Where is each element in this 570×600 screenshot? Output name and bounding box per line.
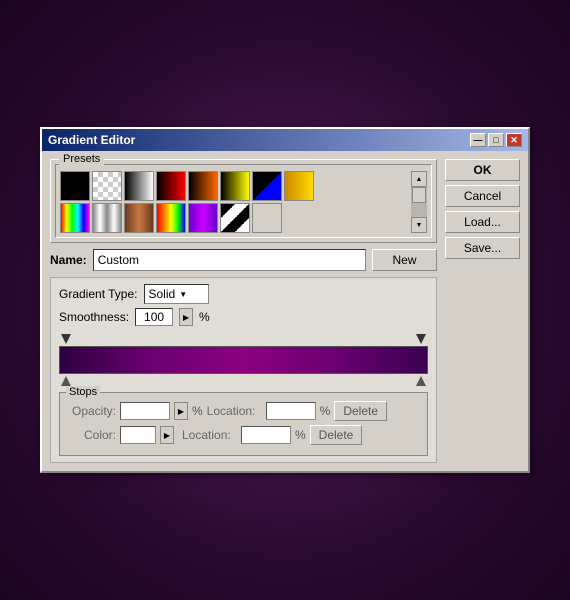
preset-empty1[interactable] xyxy=(252,203,282,233)
preset-rb2[interactable] xyxy=(156,203,186,233)
gradient-bar-container xyxy=(59,334,428,386)
presets-row-2 xyxy=(60,203,407,233)
stops-inner: Opacity: ▶ % Location: % Delete Color: xyxy=(64,397,423,451)
smoothness-row: Smoothness: 100 ▶ % xyxy=(59,308,428,326)
preset-copper[interactable] xyxy=(124,203,154,233)
stop-bottom-left[interactable] xyxy=(61,376,71,386)
gradient-bar[interactable] xyxy=(59,346,428,374)
presets-label: Presets xyxy=(59,153,104,165)
opacity-stepper[interactable]: ▶ xyxy=(174,402,188,420)
smoothness-stepper[interactable]: ▶ xyxy=(179,308,193,326)
title-bar-buttons: — □ ✕ xyxy=(470,133,522,147)
right-panel: OK Cancel Load... Save... xyxy=(445,159,520,463)
presets-inner: ▲ ▼ xyxy=(55,164,432,238)
preset-bw[interactable] xyxy=(124,171,154,201)
color-label: Color: xyxy=(66,428,116,442)
preset-gold[interactable] xyxy=(284,171,314,201)
stop-top-right[interactable] xyxy=(416,334,426,344)
presets-area: ▲ ▼ xyxy=(60,171,427,233)
left-panel: Presets xyxy=(50,159,437,463)
save-button[interactable]: Save... xyxy=(445,237,520,259)
preset-blue-diag[interactable] xyxy=(252,171,282,201)
close-button[interactable]: ✕ xyxy=(506,133,522,147)
gradient-settings: Gradient Type: Solid ▼ Smoothness: 100 ▶… xyxy=(50,277,437,463)
color-location-unit: % xyxy=(295,428,306,442)
scroll-down-arrow[interactable]: ▼ xyxy=(411,217,427,233)
gradient-type-row: Gradient Type: Solid ▼ xyxy=(59,284,428,304)
name-label: Name: xyxy=(50,253,87,267)
dialog-body: Presets xyxy=(42,151,528,471)
preset-orange[interactable] xyxy=(188,171,218,201)
opacity-location-input[interactable] xyxy=(266,402,316,420)
gradient-type-label: Gradient Type: xyxy=(59,287,138,301)
ok-button[interactable]: OK xyxy=(445,159,520,181)
preset-violet[interactable] xyxy=(188,203,218,233)
delete-opacity-button[interactable]: Delete xyxy=(334,401,387,421)
scroll-up-arrow[interactable]: ▲ xyxy=(411,171,427,187)
presets-grid xyxy=(60,171,407,233)
stop-top-left[interactable] xyxy=(61,334,71,344)
stops-group: Stops Opacity: ▶ % Location: % Delete xyxy=(59,392,428,456)
name-row: Name: New xyxy=(50,249,437,271)
opacity-stop-row: Opacity: ▶ % Location: % Delete xyxy=(66,401,421,421)
dialog-title: Gradient Editor xyxy=(48,133,135,147)
stop-bottom-right[interactable] xyxy=(416,376,426,386)
smoothness-label: Smoothness: xyxy=(59,310,129,324)
preset-chrome[interactable] xyxy=(92,203,122,233)
new-button[interactable]: New xyxy=(372,249,437,271)
color-location-input[interactable] xyxy=(241,426,291,444)
presets-group: Presets xyxy=(50,159,437,243)
preset-yellow[interactable] xyxy=(220,171,250,201)
preset-red[interactable] xyxy=(156,171,186,201)
preset-diag2[interactable] xyxy=(220,203,250,233)
opacity-location-label: Location: xyxy=(207,404,262,418)
maximize-button[interactable]: □ xyxy=(488,133,504,147)
smoothness-input[interactable]: 100 xyxy=(135,308,173,326)
scroll-track[interactable] xyxy=(411,187,427,217)
delete-color-button[interactable]: Delete xyxy=(310,425,363,445)
opacity-location-unit: % xyxy=(320,404,331,418)
stops-label: Stops xyxy=(66,386,100,398)
dropdown-arrow-icon: ▼ xyxy=(179,290,187,299)
opacity-label: Opacity: xyxy=(66,404,116,418)
preset-black[interactable] xyxy=(60,171,90,201)
smoothness-unit: % xyxy=(199,310,210,324)
gradient-stops-top xyxy=(59,334,428,344)
color-stepper[interactable]: ▶ xyxy=(160,426,174,444)
gradient-type-dropdown[interactable]: Solid ▼ xyxy=(144,284,209,304)
title-bar: Gradient Editor — □ ✕ xyxy=(42,129,528,151)
color-swatch[interactable] xyxy=(120,426,156,444)
gradient-editor-dialog: Gradient Editor — □ ✕ Presets xyxy=(40,127,530,473)
load-button[interactable]: Load... xyxy=(445,211,520,233)
scroll-thumb[interactable] xyxy=(412,187,426,203)
preset-rainbow[interactable] xyxy=(60,203,90,233)
color-location-label: Location: xyxy=(182,428,237,442)
gradient-stops-bottom xyxy=(59,376,428,386)
preset-checker[interactable] xyxy=(92,171,122,201)
presets-row-1 xyxy=(60,171,407,201)
minimize-button[interactable]: — xyxy=(470,133,486,147)
color-stop-row: Color: ▶ Location: % Delete xyxy=(66,425,421,445)
name-input[interactable] xyxy=(93,249,366,271)
presets-scrollbar: ▲ ▼ xyxy=(411,171,427,233)
opacity-input[interactable] xyxy=(120,402,170,420)
cancel-button[interactable]: Cancel xyxy=(445,185,520,207)
opacity-unit: % xyxy=(192,404,203,418)
